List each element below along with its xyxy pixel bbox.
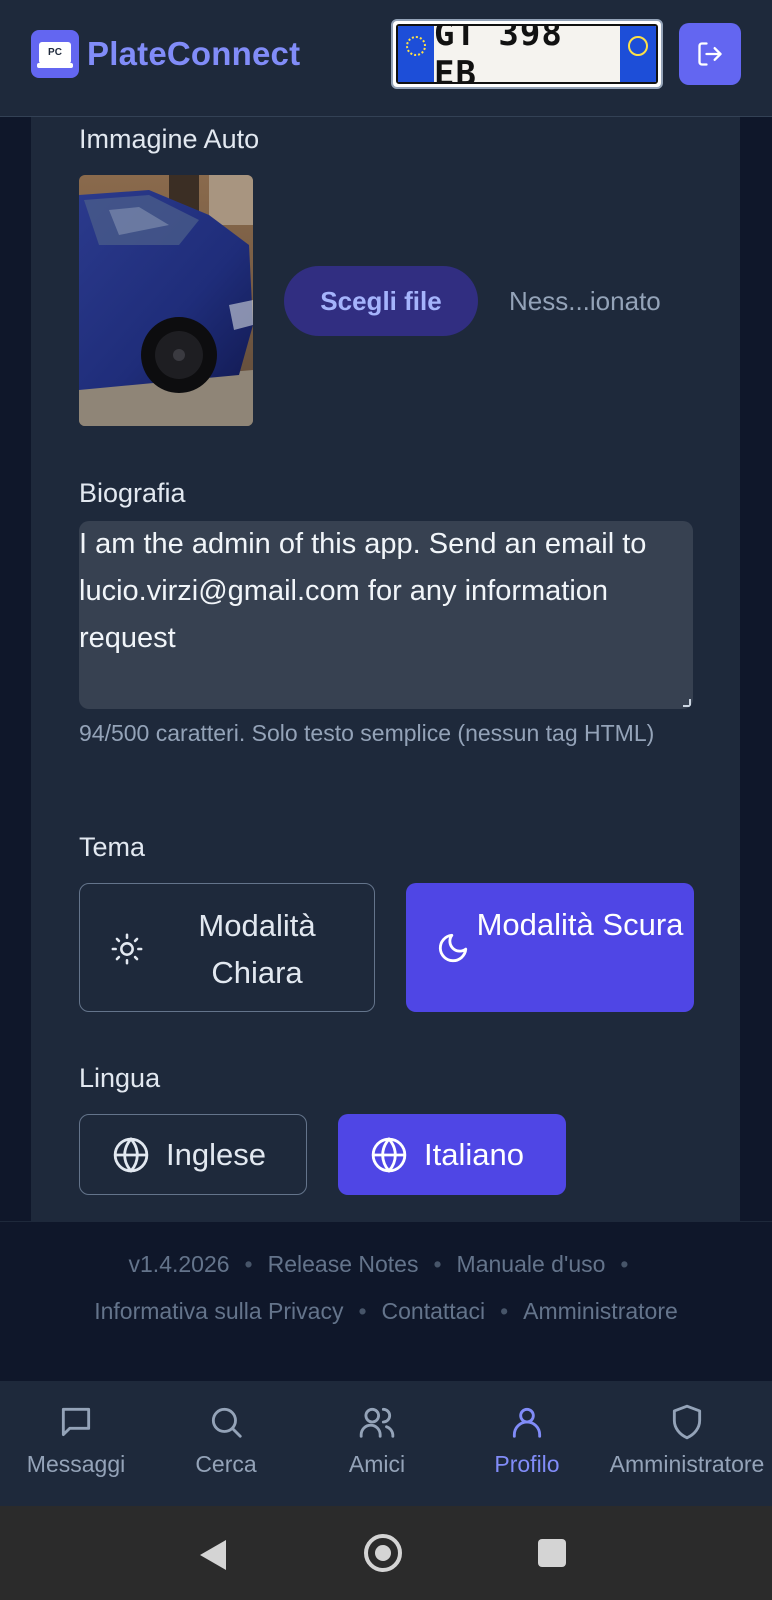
- nav-friends-label: Amici: [348, 1451, 406, 1477]
- theme-light-label: Modalità Chiara: [198, 908, 316, 990]
- theme-light-button[interactable]: Modalità Chiara: [79, 883, 375, 1012]
- language-english-label: Inglese: [166, 1136, 266, 1172]
- globe-icon: [113, 1136, 149, 1173]
- users-icon: [359, 1407, 395, 1438]
- logout-button[interactable]: [679, 23, 741, 85]
- message-icon: [61, 1407, 91, 1437]
- admin-link[interactable]: Amministratore: [523, 1298, 678, 1324]
- eu-band-left: [398, 26, 434, 82]
- language-italian-label: Italiano: [424, 1136, 524, 1172]
- car-image: [79, 175, 253, 426]
- search-icon: [211, 1407, 242, 1438]
- nav-admin[interactable]: Amministratore: [602, 1403, 772, 1478]
- sun-icon: [111, 933, 143, 965]
- nav-profile-label: Profilo: [494, 1451, 560, 1477]
- shield-icon: [672, 1404, 702, 1440]
- brand-name: PlateConnect: [87, 35, 301, 72]
- language-label: Lingua: [79, 1063, 161, 1093]
- bottom-nav: Messaggi Cerca Amici Profilo Amministrat…: [0, 1381, 772, 1506]
- home-icon[interactable]: [364, 1534, 402, 1572]
- plate-number: GT 398 EB: [434, 26, 620, 82]
- file-status-text: Ness...ionato: [509, 286, 661, 316]
- globe-icon: [371, 1136, 407, 1173]
- app-header: PC PlateConnect GT 398 EB: [0, 0, 772, 117]
- bio-textarea[interactable]: I am the admin of this app. Send an emai…: [79, 521, 693, 709]
- theme-dark-button[interactable]: Modalità Scura: [406, 883, 694, 1012]
- version-text: v1.4.2026: [128, 1251, 230, 1277]
- system-nav-bar: [0, 1506, 772, 1600]
- nav-profile[interactable]: Profilo: [477, 1403, 577, 1478]
- footer: v1.4.2026 • Release Notes • Manuale d'uso • I…: [0, 1221, 772, 1381]
- nav-friends[interactable]: Amici: [327, 1403, 427, 1478]
- nav-admin-label: Amministratore: [609, 1451, 765, 1477]
- back-icon[interactable]: [198, 1538, 228, 1572]
- user-icon: [512, 1407, 542, 1438]
- choose-file-button[interactable]: Scegli file: [284, 266, 478, 336]
- privacy-link[interactable]: Informativa sulla Privacy: [94, 1298, 343, 1324]
- language-english-button[interactable]: Inglese: [79, 1114, 307, 1195]
- car-image-label: Immagine Auto: [79, 124, 260, 154]
- logout-icon: [698, 42, 722, 66]
- moon-icon: [438, 933, 468, 963]
- bio-text: I am the admin of this app. Send an emai…: [79, 528, 647, 654]
- recent-apps-icon[interactable]: [538, 1539, 566, 1567]
- contact-link[interactable]: Contattaci: [382, 1298, 486, 1324]
- nav-search[interactable]: Cerca: [176, 1403, 276, 1478]
- nav-search-label: Cerca: [195, 1451, 257, 1477]
- bio-character-hint: 94/500 caratteri. Solo testo semplice (n…: [79, 720, 655, 746]
- brand[interactable]: PC PlateConnect: [31, 30, 300, 78]
- theme-label: Tema: [79, 832, 146, 862]
- license-plate-badge[interactable]: GT 398 EB: [391, 19, 663, 89]
- eu-band-right: [620, 26, 656, 82]
- resize-handle-icon[interactable]: [683, 699, 691, 707]
- bio-label: Biografia: [79, 478, 186, 508]
- brand-logo-text: PC: [39, 42, 71, 64]
- brand-logo-icon: PC: [31, 30, 79, 78]
- nav-messages[interactable]: Messaggi: [17, 1403, 135, 1478]
- language-italian-button[interactable]: Italiano: [338, 1114, 566, 1195]
- nav-messages-label: Messaggi: [26, 1451, 126, 1477]
- release-notes-link[interactable]: Release Notes: [268, 1251, 419, 1277]
- manual-link[interactable]: Manuale d'uso: [457, 1251, 606, 1277]
- theme-dark-label: Modalità Scura: [476, 907, 684, 942]
